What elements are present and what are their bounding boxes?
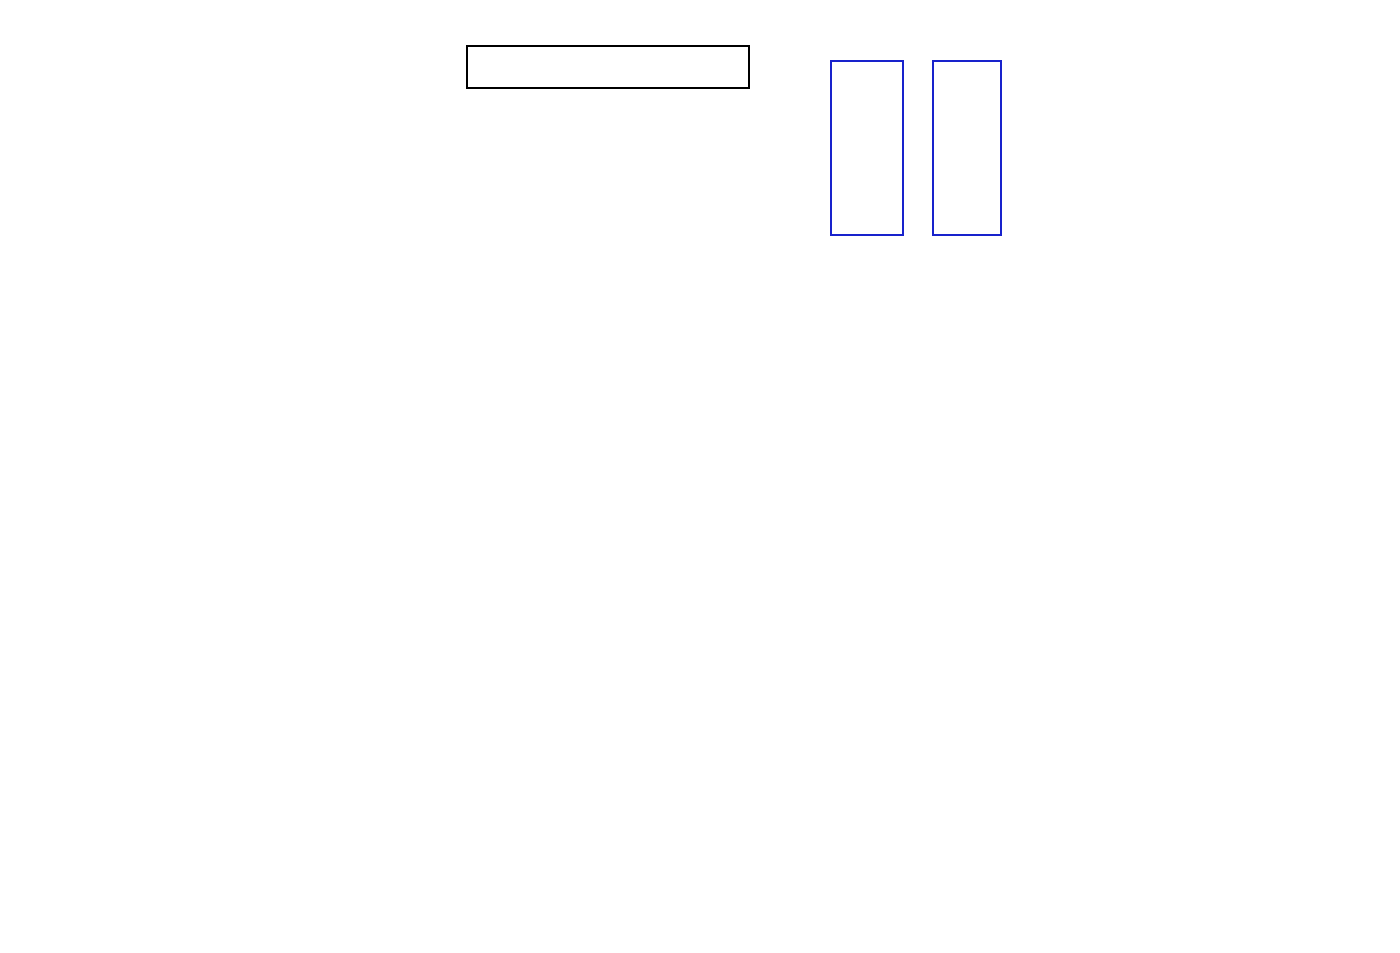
elixer-report-page <box>0 0 1400 953</box>
header-meta <box>1032 3 1332 18</box>
weighted-smoothed-image <box>657 47 748 87</box>
lineflux-map <box>253 531 396 677</box>
line-fit-chart <box>1042 57 1304 215</box>
with-sky-image <box>832 62 902 234</box>
with-sky-frame <box>830 60 904 236</box>
hsc-image <box>431 531 574 677</box>
clean-image-frame <box>932 60 1002 236</box>
weighted-2dspec-image <box>468 47 564 87</box>
fiber-positions-map <box>75 531 218 677</box>
clean-image <box>934 62 1000 234</box>
full-spectrum-chart <box>94 352 1306 440</box>
header-meta-gap <box>1316 3 1332 18</box>
